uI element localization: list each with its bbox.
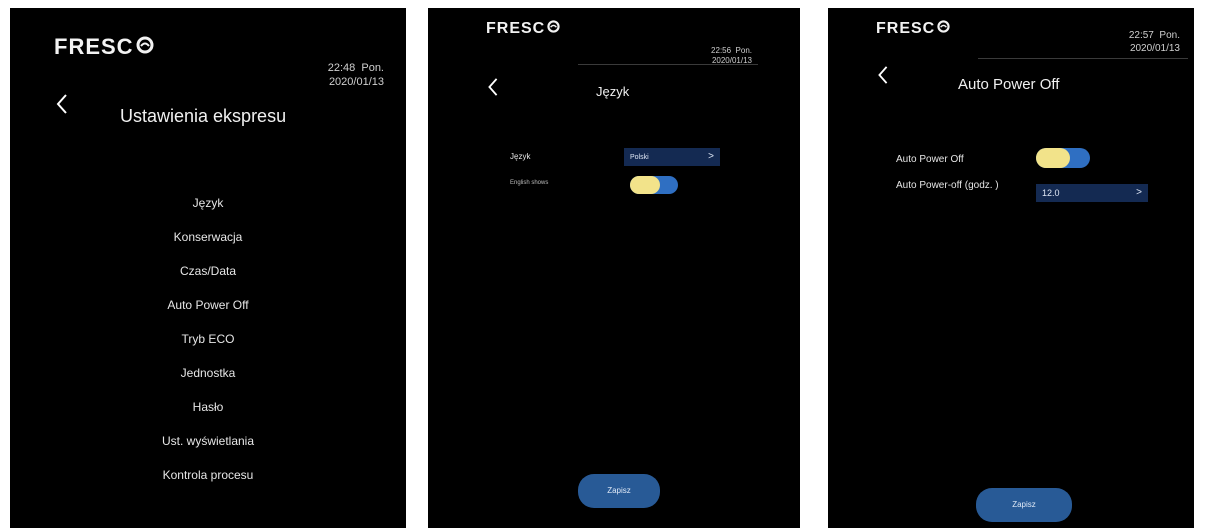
- menu-item-czas-data[interactable]: Czas/Data: [10, 254, 406, 288]
- auto-power-off-screen: FRESC 22:57 Pon. 2020/01/13 Auto Power O…: [828, 8, 1194, 528]
- language-label: Język: [510, 152, 531, 161]
- menu-item-jednostka[interactable]: Jednostka: [10, 356, 406, 390]
- menu-item-haslo[interactable]: Hasło: [10, 390, 406, 424]
- day: Pon.: [361, 62, 384, 74]
- page-title: Ustawienia ekspresu: [120, 106, 287, 126]
- chevron-left-icon: [878, 66, 888, 84]
- chevron-left-icon: [56, 94, 67, 114]
- auto-power-off-toggle[interactable]: [1036, 148, 1090, 168]
- english-shows-label: English shows: [510, 180, 549, 186]
- date: 2020/01/13: [1129, 42, 1180, 54]
- auto-power-off-time-select[interactable]: 12.0 >: [1036, 184, 1148, 202]
- logo-text: FRESC: [486, 20, 546, 37]
- day: Pon.: [735, 46, 752, 55]
- day: Pon.: [1159, 30, 1180, 41]
- wifi-arc-icon: [547, 20, 560, 38]
- menu-item-kontrola-procesu[interactable]: Kontrola procesu: [10, 458, 406, 492]
- fresco-logo: FRESC: [486, 20, 560, 38]
- datetime: 22:48 Pon. 2020/01/13: [328, 62, 384, 90]
- chevron-right-icon: >: [708, 151, 714, 162]
- date: 2020/01/13: [328, 75, 384, 88]
- menu-item-ust-wyswietlania[interactable]: Ust. wyświetlania: [10, 424, 406, 458]
- datetime: 22:57 Pon. 2020/01/13: [1129, 30, 1180, 55]
- english-shows-toggle[interactable]: [630, 176, 678, 194]
- fresco-logo: FRESC: [876, 20, 950, 38]
- settings-menu: Język Konserwacja Czas/Data Auto Power O…: [10, 186, 406, 492]
- wifi-arc-icon: [136, 34, 154, 60]
- chevron-right-icon: >: [1136, 187, 1142, 198]
- chevron-left-icon: [488, 78, 498, 96]
- page-title: Auto Power Off: [958, 76, 1060, 93]
- auto-power-off-time-label: Auto Power-off (godz. ): [896, 180, 999, 191]
- toggle-knob: [630, 176, 660, 194]
- toggle-knob: [1036, 148, 1070, 168]
- logo-text: FRESC: [54, 34, 134, 59]
- header-divider: [978, 58, 1188, 59]
- language-select[interactable]: Polski >: [624, 148, 720, 166]
- menu-item-jezyk[interactable]: Język: [10, 186, 406, 220]
- language-value: Polski: [630, 153, 649, 161]
- datetime: 22:56 Pon. 2020/01/13: [711, 46, 752, 66]
- time: 22:56: [711, 46, 732, 55]
- back-button[interactable]: [484, 76, 504, 100]
- wifi-arc-icon: [937, 20, 950, 38]
- settings-screen: FRESC 22:48 Pon. 2020/01/13 Ustawienia e…: [10, 8, 406, 528]
- back-button[interactable]: [874, 64, 894, 88]
- auto-power-off-label: Auto Power Off: [896, 154, 964, 165]
- menu-item-konserwacja[interactable]: Konserwacja: [10, 220, 406, 254]
- time: 22:48: [327, 62, 356, 74]
- auto-power-off-time-value: 12.0: [1042, 188, 1060, 198]
- time: 22:57: [1128, 30, 1154, 41]
- menu-item-tryb-eco[interactable]: Tryb ECO: [10, 322, 406, 356]
- fresco-logo: FRESC: [54, 34, 154, 60]
- header-divider: [578, 64, 758, 65]
- save-button[interactable]: Zapisz: [976, 488, 1072, 522]
- page-title: Język: [596, 84, 630, 99]
- logo-text: FRESC: [876, 20, 936, 37]
- back-button[interactable]: [52, 92, 72, 116]
- save-button[interactable]: Zapisz: [578, 474, 660, 508]
- menu-item-auto-power-off[interactable]: Auto Power Off: [10, 288, 406, 322]
- language-screen: FRESC 22:56 Pon. 2020/01/13 Język Język …: [428, 8, 800, 528]
